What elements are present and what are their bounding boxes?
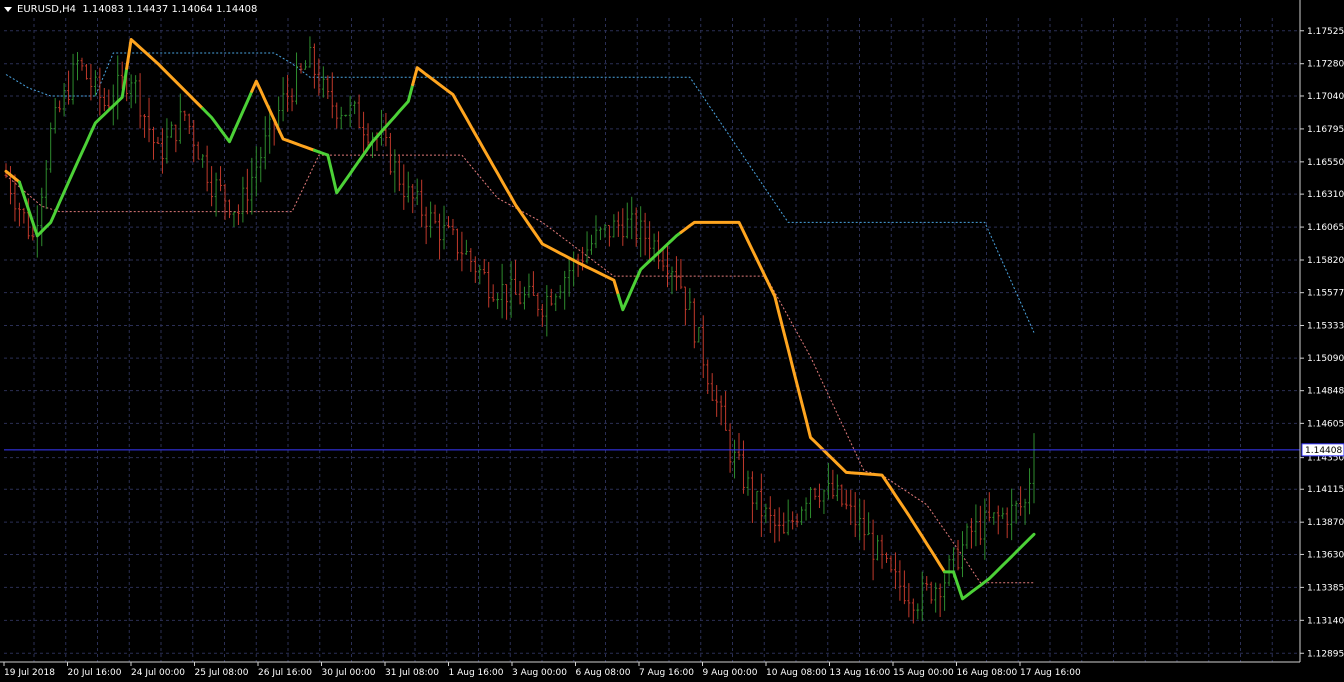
price-tick-label: 1.13140 [1307,616,1344,626]
price-tick-label: 1.17525 [1307,27,1344,37]
collapse-triangle-icon[interactable] [4,7,12,12]
time-tick-label: 9 Aug 00:00 [703,668,758,678]
time-tick-label: 10 Aug 08:00 [766,668,827,678]
price-tick-label: 1.15090 [1307,354,1344,364]
time-tick-label: 20 Jul 16:00 [68,668,122,678]
symbol-timeframe: EURUSD,H4 [17,4,77,15]
price-tick-label: 1.14848 [1307,387,1344,397]
time-tick-label: 24 Jul 00:00 [131,668,185,678]
time-tick-label: 13 Aug 16:00 [830,668,891,678]
time-tick-label: 17 Aug 16:00 [1020,668,1081,678]
price-chart[interactable]: 1.17525 1.17280 1.17040 1.16795 1.16550 1.163… [0,0,1344,682]
current-price-tag: 1.14408 [1301,443,1344,457]
time-tick-label: 6 Aug 08:00 [576,668,631,678]
time-tick-label: 1 Aug 16:00 [449,668,504,678]
ohlc-quote: 1.14083 1.14437 1.14064 1.14408 [82,4,258,15]
time-tick-label: 31 Jul 08:00 [385,668,439,678]
price-tick-label: 1.13630 [1307,550,1344,560]
time-tick-label: 25 Jul 08:00 [195,668,249,678]
time-tick-label: 15 Aug 00:00 [893,668,954,678]
time-tick-label: 7 Aug 16:00 [639,668,694,678]
current-price-tag-label: 1.14408 [1305,446,1342,456]
price-tick-label: 1.14115 [1307,485,1344,495]
price-tick-label: 1.12895 [1307,649,1344,659]
time-tick-label: 26 Jul 16:00 [258,668,312,678]
price-tick-label: 1.15333 [1307,321,1344,331]
price-tick-label: 1.16795 [1307,125,1344,135]
time-tick-label: 3 Aug 00:00 [512,668,567,678]
price-tick-label: 1.17280 [1307,60,1344,70]
price-tick-label: 1.16550 [1307,158,1344,168]
time-tick-label: 30 Jul 00:00 [322,668,376,678]
price-tick-label: 1.14605 [1307,419,1344,429]
price-tick-label: 1.16310 [1307,190,1344,200]
chart-header: EURUSD,H4 1.14083 1.14437 1.14064 1.1440… [17,4,257,15]
price-tick-label: 1.13385 [1307,583,1344,593]
time-tick-label: 16 Aug 08:00 [957,668,1018,678]
chart-background [0,0,1344,682]
price-tick-label: 1.15820 [1307,256,1344,266]
price-tick-label: 1.17040 [1307,92,1344,102]
time-tick-label: 19 Jul 2018 [4,668,55,678]
price-tick-label: 1.13870 [1307,518,1344,528]
price-tick-label: 1.15577 [1307,289,1344,299]
price-tick-label: 1.16065 [1307,223,1344,233]
